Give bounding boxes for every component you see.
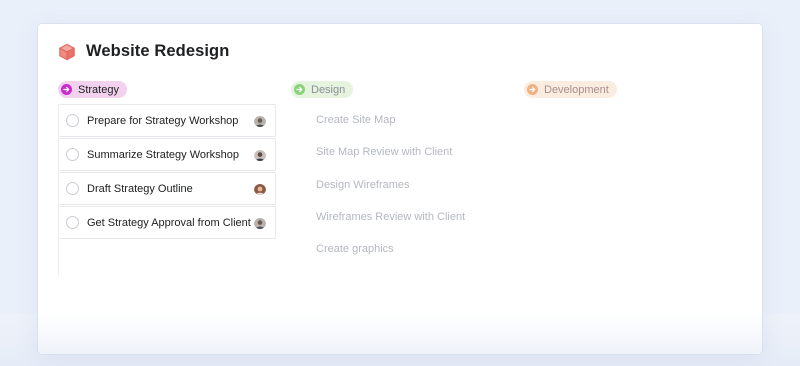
section-label-design: Design [311,83,346,96]
task-checkbox[interactable] [66,182,79,195]
avatar[interactable] [254,183,266,195]
project-title: Website Redesign [86,42,230,60]
task-row[interactable]: Draft Strategy Outline [59,172,276,205]
bottom-fade [38,312,762,354]
task-label: Get Strategy Approval from Client [87,216,251,229]
task-label: Draft Strategy Outline [87,182,193,195]
avatar[interactable] [254,149,266,161]
task-row[interactable]: Prepare for Strategy Workshop [59,104,276,137]
task-label: Summarize Strategy Workshop [87,148,240,161]
section-header-development[interactable]: Development [524,81,617,98]
task-checkbox[interactable] [66,216,79,229]
strategy-task-list: Prepare for Strategy Workshop Summarize … [58,104,276,276]
list-item[interactable]: Wireframes Review with Client [316,209,465,241]
project-header: Website Redesign [58,42,229,61]
section-header-design[interactable]: Design [291,81,354,98]
task-row[interactable]: Get Strategy Approval from Client [59,206,276,239]
design-task-list: Create Site Map Site Map Review with Cli… [316,112,465,273]
section-header-strategy[interactable]: Strategy [58,81,127,98]
list-item[interactable]: Site Map Review with Client [316,144,465,176]
avatar[interactable] [254,217,266,229]
task-label: Prepare for Strategy Workshop [87,114,239,127]
arrow-right-circle-icon [61,84,72,95]
list-item[interactable]: Create Site Map [316,112,465,144]
section-label-strategy: Strategy [78,83,119,96]
cube-icon [59,43,75,60]
task-row[interactable]: Summarize Strategy Workshop [59,138,276,171]
task-checkbox[interactable] [66,148,79,161]
arrow-right-circle-icon [294,84,305,95]
arrow-right-circle-icon [527,84,538,95]
list-item[interactable]: Design Wireframes [316,177,465,209]
task-checkbox[interactable] [66,114,79,127]
project-board: Website Redesign Strategy Design Develop… [38,24,762,354]
section-label-development: Development [544,83,609,96]
list-item[interactable]: Create graphics [316,241,465,273]
avatar[interactable] [254,115,266,127]
